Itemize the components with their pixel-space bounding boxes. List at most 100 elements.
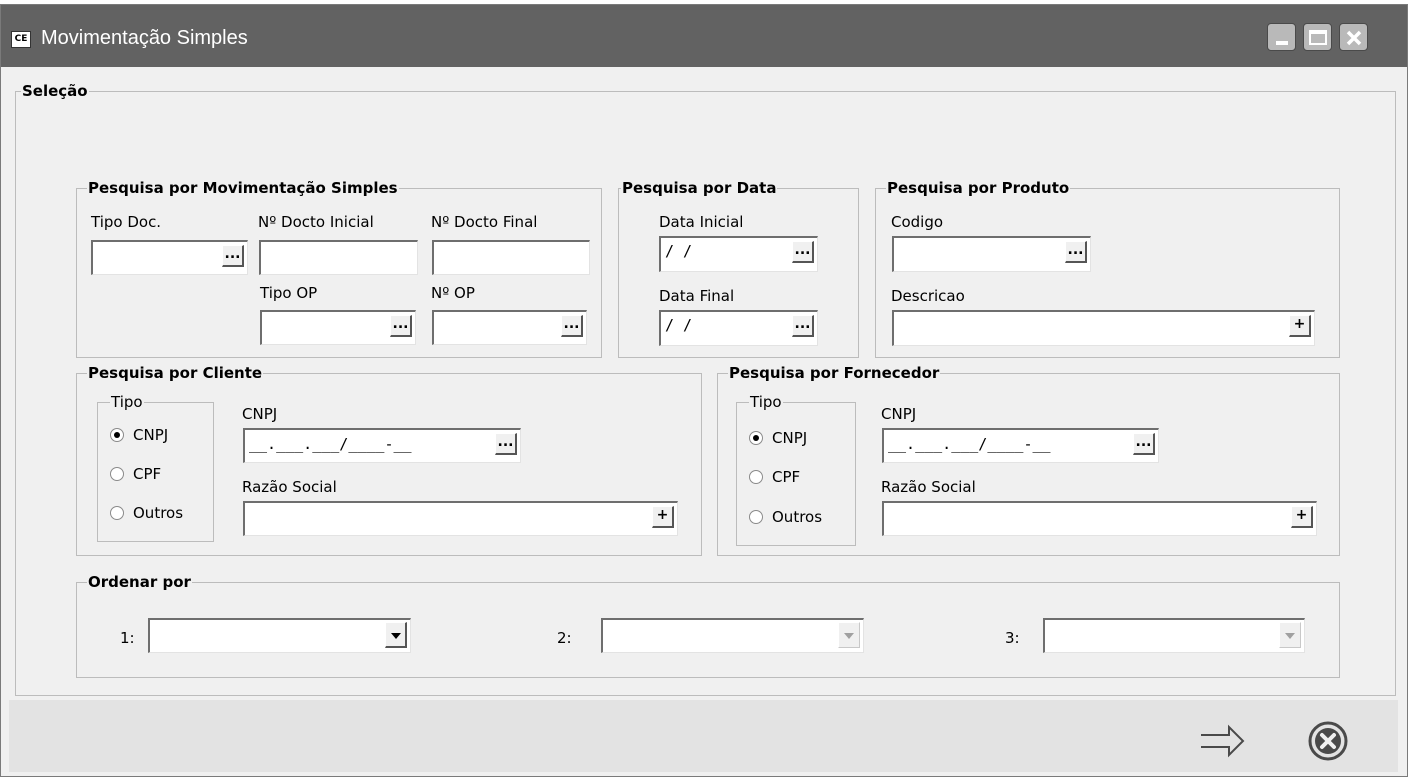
cliente-tipo-legend: Tipo — [110, 392, 144, 412]
num-op-label: Nº OP — [431, 284, 475, 302]
maximize-icon — [1309, 30, 1327, 45]
chevron-down-icon — [844, 633, 854, 639]
fornecedor-radio-cpf-label: CPF — [772, 468, 801, 486]
radio-unchecked-icon[interactable] — [749, 510, 763, 524]
window-title: Movimentação Simples — [41, 27, 248, 49]
data-group: Pesquisa por Data Data Inicial / / ... D… — [618, 178, 859, 358]
data-legend: Pesquisa por Data — [621, 178, 778, 198]
tipo-doc-field[interactable]: ... — [91, 240, 248, 275]
action-bar — [9, 700, 1398, 772]
produto-legend: Pesquisa por Produto — [886, 178, 1071, 198]
radio-checked-icon[interactable] — [110, 428, 124, 442]
ordenar-3-dropdown-button[interactable] — [1279, 622, 1301, 648]
fornecedor-cnpj-lookup-button[interactable]: ... — [1133, 433, 1155, 455]
radio-unchecked-icon[interactable] — [749, 470, 763, 484]
cliente-radio-cnpj[interactable]: CNPJ — [110, 424, 168, 446]
fornecedor-razao-label: Razão Social — [881, 478, 976, 496]
tipo-op-label: Tipo OP — [260, 284, 318, 302]
cliente-radio-outros-label: Outros — [133, 504, 184, 522]
arrow-right-icon[interactable] — [1199, 724, 1245, 758]
data-final-field[interactable]: / / ... — [659, 310, 818, 346]
chevron-down-icon — [391, 633, 401, 639]
num-op-lookup-button[interactable]: ... — [561, 315, 583, 337]
docto-inicial-label: Nº Docto Inicial — [258, 213, 374, 231]
cliente-radio-outros[interactable]: Outros — [110, 502, 183, 524]
maximize-button[interactable] — [1303, 23, 1332, 51]
cliente-tipo-group: Tipo CNPJ CPF Outros — [97, 392, 214, 542]
codigo-field[interactable]: ... — [892, 236, 1091, 272]
radio-checked-icon[interactable] — [749, 431, 763, 445]
data-final-calendar-button[interactable]: ... — [792, 315, 814, 337]
tipo-op-field[interactable]: ... — [260, 310, 416, 345]
data-inicial-value: / / — [665, 242, 693, 260]
movimentacao-legend: Pesquisa por Movimentação Simples — [87, 178, 399, 198]
fornecedor-radio-cpf[interactable]: CPF — [749, 466, 800, 488]
tipo-op-lookup-button[interactable]: ... — [390, 315, 412, 337]
cliente-cnpj-field[interactable]: __.___.___/____-__ ... — [243, 428, 521, 463]
fornecedor-radio-cnpj[interactable]: CNPJ — [749, 427, 807, 449]
fornecedor-cnpj-field[interactable]: __.___.___/____-__ ... — [882, 428, 1159, 463]
chevron-down-icon — [1285, 633, 1295, 639]
tipo-doc-label: Tipo Doc. — [91, 213, 162, 231]
fornecedor-radio-outros-label: Outros — [772, 508, 823, 526]
descricao-label: Descricao — [891, 287, 965, 305]
cliente-razao-field[interactable]: + — [243, 501, 678, 536]
fornecedor-cnpj-label: CNPJ — [881, 405, 917, 423]
movimentacao-group: Pesquisa por Movimentação Simples Tipo D… — [76, 178, 602, 358]
data-inicial-calendar-button[interactable]: ... — [792, 241, 814, 263]
main-window: CE Movimentação Simples Seleção Pesquisa… — [0, 4, 1408, 777]
ordenar-3-select[interactable] — [1043, 618, 1305, 653]
cliente-razao-add-button[interactable]: + — [652, 506, 674, 528]
cliente-radio-cnpj-label: CNPJ — [133, 426, 169, 444]
num-op-field[interactable]: ... — [432, 310, 587, 345]
fornecedor-razao-add-button[interactable]: + — [1291, 506, 1313, 528]
cliente-cnpj-value: __.___.___/____-__ — [249, 435, 412, 453]
produto-group: Pesquisa por Produto Codigo ... Descrica… — [875, 178, 1340, 358]
cliente-cnpj-lookup-button[interactable]: ... — [495, 433, 517, 455]
docto-final-field[interactable] — [432, 240, 590, 275]
data-inicial-field[interactable]: / / ... — [659, 236, 818, 272]
fornecedor-radio-outros[interactable]: Outros — [749, 506, 822, 528]
fornecedor-cnpj-value: __.___.___/____-__ — [888, 435, 1051, 453]
fornecedor-legend: Pesquisa por Fornecedor — [728, 363, 941, 383]
ordenar-1-select[interactable] — [148, 618, 411, 653]
fornecedor-tipo-group: Tipo CNPJ CPF Outros — [736, 392, 856, 546]
close-icon — [1346, 30, 1362, 46]
cliente-legend: Pesquisa por Cliente — [87, 363, 264, 383]
cliente-cnpj-label: CNPJ — [242, 405, 278, 423]
cliente-radio-cpf[interactable]: CPF — [110, 463, 161, 485]
title-bar[interactable]: CE Movimentação Simples — [1, 5, 1407, 67]
minimize-icon — [1276, 41, 1288, 45]
descricao-add-button[interactable]: + — [1289, 315, 1311, 337]
ordenar-2-select[interactable] — [601, 618, 864, 653]
ordenar-legend: Ordenar por — [87, 572, 192, 592]
minimize-button[interactable] — [1267, 23, 1296, 51]
tipo-doc-lookup-button[interactable]: ... — [222, 245, 244, 267]
cancel-circle-icon[interactable] — [1306, 719, 1350, 763]
fornecedor-group: Pesquisa por Fornecedor Tipo CNPJ CPF Ou… — [717, 363, 1340, 556]
ordenar-1-dropdown-button[interactable] — [385, 622, 407, 648]
selection-legend: Seleção — [21, 81, 89, 101]
codigo-lookup-button[interactable]: ... — [1065, 241, 1087, 263]
ordenar-2-dropdown-button[interactable] — [838, 622, 860, 648]
cliente-razao-label: Razão Social — [242, 478, 337, 496]
data-final-label: Data Final — [659, 287, 735, 305]
close-window-button[interactable] — [1339, 23, 1368, 51]
radio-unchecked-icon[interactable] — [110, 506, 124, 520]
fornecedor-radio-cnpj-label: CNPJ — [772, 429, 808, 447]
codigo-label: Codigo — [891, 213, 944, 231]
radio-unchecked-icon[interactable] — [110, 467, 124, 481]
fornecedor-razao-field[interactable]: + — [882, 501, 1317, 536]
app-icon: CE — [11, 31, 31, 48]
data-final-value: / / — [665, 316, 693, 334]
docto-inicial-field[interactable] — [259, 240, 418, 275]
ordenar-group: Ordenar por 1: 2: 3: — [76, 572, 1340, 678]
ordenar-3-label: 3: — [1005, 629, 1020, 647]
ordenar-2-label: 2: — [557, 629, 572, 647]
docto-final-label: Nº Docto Final — [431, 213, 538, 231]
data-inicial-label: Data Inicial — [659, 213, 744, 231]
ordenar-1-label: 1: — [120, 629, 135, 647]
cliente-group: Pesquisa por Cliente Tipo CNPJ CPF Outro… — [76, 363, 702, 556]
descricao-field[interactable]: + — [892, 310, 1315, 346]
cliente-radio-cpf-label: CPF — [133, 465, 162, 483]
